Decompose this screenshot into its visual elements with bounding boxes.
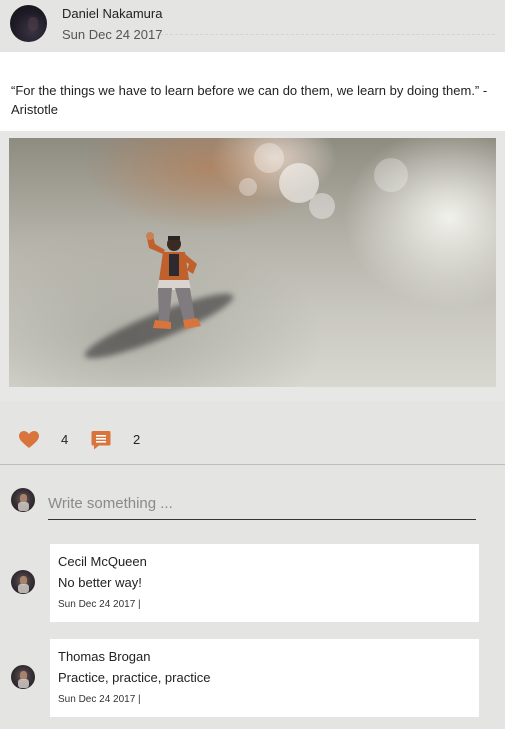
like-count: 4 (61, 432, 69, 447)
comment-input[interactable] (48, 488, 476, 520)
comment-text: No better way! (58, 575, 142, 590)
commenter-avatar[interactable] (11, 570, 35, 594)
post-body: “For the things we have to learn before … (0, 52, 505, 131)
comment-author[interactable]: Thomas Brogan (58, 649, 151, 664)
comment-card: Cecil McQueen No better way! Sun Dec 24 … (50, 544, 479, 622)
comment-author[interactable]: Cecil McQueen (58, 554, 147, 569)
comment-date: Sun Dec 24 2017 | (58, 694, 141, 705)
author-avatar[interactable] (10, 5, 47, 42)
current-user-avatar (11, 488, 35, 512)
post-quote: “For the things we have to learn before … (11, 83, 488, 117)
comment-count: 2 (133, 432, 141, 447)
comment-text: Practice, practice, practice (58, 670, 211, 685)
post-photo[interactable] (9, 138, 496, 387)
comment-card: Thomas Brogan Practice, practice, practi… (50, 639, 479, 717)
comment-date: Sun Dec 24 2017 | (58, 599, 141, 610)
header-divider (160, 34, 495, 35)
action-figure (146, 232, 201, 329)
heart-icon[interactable] (19, 431, 39, 449)
post-date: Sun Dec 24 2017 (62, 27, 163, 42)
author-name[interactable]: Daniel Nakamura (62, 6, 162, 21)
post-photo-frame (0, 131, 505, 401)
post-actions: 4 2 (0, 413, 505, 465)
commenter-avatar[interactable] (11, 665, 35, 689)
comment-icon[interactable] (91, 430, 111, 450)
post-header: Daniel Nakamura Sun Dec 24 2017 (0, 0, 505, 52)
